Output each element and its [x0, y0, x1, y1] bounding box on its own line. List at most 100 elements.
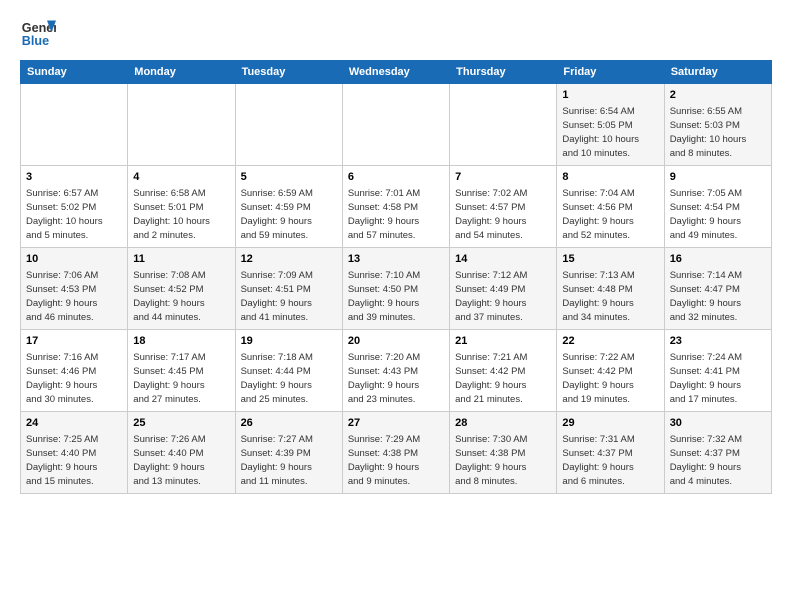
calendar-cell: 17Sunrise: 7:16 AMSunset: 4:46 PMDayligh…	[21, 330, 128, 412]
day-info: Sunrise: 6:55 AMSunset: 5:03 PMDaylight:…	[670, 105, 766, 160]
day-number: 17	[26, 334, 122, 349]
calendar-table: SundayMondayTuesdayWednesdayThursdayFrid…	[20, 60, 772, 494]
day-number: 10	[26, 252, 122, 267]
day-info: Sunrise: 7:10 AMSunset: 4:50 PMDaylight:…	[348, 269, 444, 324]
weekday-header-friday: Friday	[557, 61, 664, 84]
day-number: 18	[133, 334, 229, 349]
day-info: Sunrise: 6:57 AMSunset: 5:02 PMDaylight:…	[26, 187, 122, 242]
calendar-cell: 15 Sunrise: 7:13 AMSunset: 4:48 PMDayligh…	[557, 248, 664, 330]
day-info: Sunrise: 7:30 AMSunset: 4:38 PMDaylight:…	[455, 433, 551, 488]
calendar-cell: 4 Sunrise: 6:58 AMSunset: 5:01 PMDaylight…	[128, 166, 235, 248]
calendar-cell: 25 Sunrise: 7:26 AMSunset: 4:40 PMDayligh…	[128, 412, 235, 494]
calendar-cell: 26 Sunrise: 7:27 AMSunset: 4:39 PMDayligh…	[235, 412, 342, 494]
day-info: Sunrise: 7:17 AMSunset: 4:45 PMDaylight:…	[133, 351, 229, 406]
day-number: 6	[348, 170, 444, 185]
calendar-cell: 16 Sunrise: 7:14 AMSunset: 4:47 PMDayligh…	[664, 248, 771, 330]
weekday-header-thursday: Thursday	[450, 61, 557, 84]
calendar-cell: 9 Sunrise: 7:05 AMSunset: 4:54 PMDaylight…	[664, 166, 771, 248]
day-info: Sunrise: 7:27 AMSunset: 4:39 PMDaylight:…	[241, 433, 337, 488]
day-number: 25	[133, 416, 229, 431]
calendar-cell: 14 Sunrise: 7:12 AMSunset: 4:49 PMDayligh…	[450, 248, 557, 330]
day-info: Sunrise: 7:02 AMSunset: 4:57 PMDaylight:…	[455, 187, 551, 242]
day-info: Sunrise: 7:22 AMSunset: 4:42 PMDaylight:…	[562, 351, 658, 406]
day-number: 20	[348, 334, 444, 349]
day-info: Sunrise: 7:08 AMSunset: 4:52 PMDaylight:…	[133, 269, 229, 324]
weekday-header-monday: Monday	[128, 61, 235, 84]
calendar-cell: 29Sunrise: 7:31 AMSunset: 4:37 PMDayligh…	[557, 412, 664, 494]
weekday-header-saturday: Saturday	[664, 61, 771, 84]
calendar-cell: 6 Sunrise: 7:01 AMSunset: 4:58 PMDaylight…	[342, 166, 449, 248]
day-number: 9	[670, 170, 766, 185]
day-number: 21	[455, 334, 551, 349]
calendar-cell: 18 Sunrise: 7:17 AMSunset: 4:45 PMDayligh…	[128, 330, 235, 412]
calendar-cell: 12Sunrise: 7:09 AMSunset: 4:51 PMDayligh…	[235, 248, 342, 330]
day-info: Sunrise: 7:25 AMSunset: 4:40 PMDaylight:…	[26, 433, 122, 488]
week-row-5: 24 Sunrise: 7:25 AMSunset: 4:40 PMDayligh…	[21, 412, 772, 494]
day-number: 28	[455, 416, 551, 431]
day-info: Sunrise: 7:18 AMSunset: 4:44 PMDaylight:…	[241, 351, 337, 406]
day-info: Sunrise: 6:58 AMSunset: 5:01 PMDaylight:…	[133, 187, 229, 242]
calendar-cell: 10Sunrise: 7:06 AMSunset: 4:53 PMDayligh…	[21, 248, 128, 330]
day-info: Sunrise: 7:13 AMSunset: 4:48 PMDaylight:…	[562, 269, 658, 324]
calendar-cell: 22 Sunrise: 7:22 AMSunset: 4:42 PMDayligh…	[557, 330, 664, 412]
calendar-cell	[128, 84, 235, 166]
calendar-cell: 13 Sunrise: 7:10 AMSunset: 4:50 PMDayligh…	[342, 248, 449, 330]
day-number: 15	[562, 252, 658, 267]
day-number: 1	[562, 88, 658, 103]
day-info: Sunrise: 7:12 AMSunset: 4:49 PMDaylight:…	[455, 269, 551, 324]
calendar-cell: 2 Sunrise: 6:55 AMSunset: 5:03 PMDaylight…	[664, 84, 771, 166]
calendar-body: 1 Sunrise: 6:54 AMSunset: 5:05 PMDaylight…	[21, 84, 772, 494]
day-info: Sunrise: 7:32 AMSunset: 4:37 PMDaylight:…	[670, 433, 766, 488]
calendar-cell: 19 Sunrise: 7:18 AMSunset: 4:44 PMDayligh…	[235, 330, 342, 412]
day-number: 24	[26, 416, 122, 431]
day-number: 26	[241, 416, 337, 431]
day-info: Sunrise: 7:05 AMSunset: 4:54 PMDaylight:…	[670, 187, 766, 242]
day-number: 4	[133, 170, 229, 185]
day-number: 11	[133, 252, 229, 267]
weekday-header-tuesday: Tuesday	[235, 61, 342, 84]
svg-text:Blue: Blue	[22, 34, 49, 48]
day-info: Sunrise: 7:24 AMSunset: 4:41 PMDaylight:…	[670, 351, 766, 406]
calendar-cell: 11 Sunrise: 7:08 AMSunset: 4:52 PMDayligh…	[128, 248, 235, 330]
day-number: 14	[455, 252, 551, 267]
calendar-cell: 1 Sunrise: 6:54 AMSunset: 5:05 PMDaylight…	[557, 84, 664, 166]
calendar-cell	[342, 84, 449, 166]
page: General Blue SundayMondayTuesdayWednesda…	[0, 0, 792, 510]
logo: General Blue	[20, 16, 56, 52]
day-number: 7	[455, 170, 551, 185]
day-number: 16	[670, 252, 766, 267]
day-number: 22	[562, 334, 658, 349]
calendar-cell: 27 Sunrise: 7:29 AMSunset: 4:38 PMDayligh…	[342, 412, 449, 494]
day-info: Sunrise: 7:20 AMSunset: 4:43 PMDaylight:…	[348, 351, 444, 406]
calendar-cell: 24 Sunrise: 7:25 AMSunset: 4:40 PMDayligh…	[21, 412, 128, 494]
calendar-cell	[235, 84, 342, 166]
weekday-header-sunday: Sunday	[21, 61, 128, 84]
day-number: 13	[348, 252, 444, 267]
day-number: 8	[562, 170, 658, 185]
day-number: 3	[26, 170, 122, 185]
day-number: 27	[348, 416, 444, 431]
day-number: 19	[241, 334, 337, 349]
day-number: 12	[241, 252, 337, 267]
day-number: 23	[670, 334, 766, 349]
day-number: 2	[670, 88, 766, 103]
day-info: Sunrise: 7:31 AMSunset: 4:37 PMDaylight:…	[562, 433, 658, 488]
day-number: 5	[241, 170, 337, 185]
day-info: Sunrise: 7:21 AMSunset: 4:42 PMDaylight:…	[455, 351, 551, 406]
calendar-cell: 7 Sunrise: 7:02 AMSunset: 4:57 PMDaylight…	[450, 166, 557, 248]
calendar-cell: 3 Sunrise: 6:57 AMSunset: 5:02 PMDaylight…	[21, 166, 128, 248]
week-row-2: 3 Sunrise: 6:57 AMSunset: 5:02 PMDaylight…	[21, 166, 772, 248]
day-info: Sunrise: 7:04 AMSunset: 4:56 PMDaylight:…	[562, 187, 658, 242]
day-info: Sunrise: 7:29 AMSunset: 4:38 PMDaylight:…	[348, 433, 444, 488]
week-row-4: 17Sunrise: 7:16 AMSunset: 4:46 PMDayligh…	[21, 330, 772, 412]
calendar-cell	[450, 84, 557, 166]
day-info: Sunrise: 6:54 AMSunset: 5:05 PMDaylight:…	[562, 105, 658, 160]
day-info: Sunrise: 7:26 AMSunset: 4:40 PMDaylight:…	[133, 433, 229, 488]
calendar-cell: 20 Sunrise: 7:20 AMSunset: 4:43 PMDayligh…	[342, 330, 449, 412]
day-info: Sunrise: 7:14 AMSunset: 4:47 PMDaylight:…	[670, 269, 766, 324]
calendar-cell	[21, 84, 128, 166]
calendar-cell: 28 Sunrise: 7:30 AMSunset: 4:38 PMDayligh…	[450, 412, 557, 494]
day-info: Sunrise: 7:01 AMSunset: 4:58 PMDaylight:…	[348, 187, 444, 242]
day-number: 30	[670, 416, 766, 431]
weekday-header-row: SundayMondayTuesdayWednesdayThursdayFrid…	[21, 61, 772, 84]
